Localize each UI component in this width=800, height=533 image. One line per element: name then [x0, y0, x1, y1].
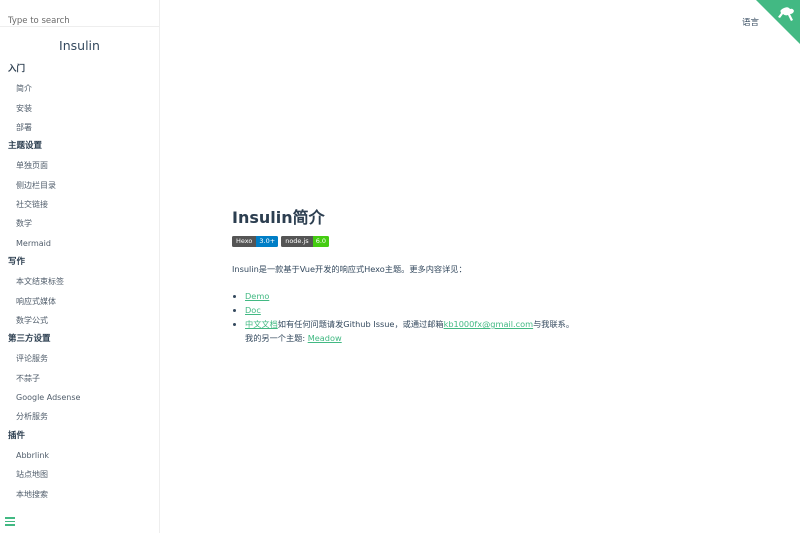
- main-content: 语言 Insulin简介 Hexo 3.0+ node.js 6.0 Insulin是…: [160, 0, 800, 533]
- sidebar-item[interactable]: 部署: [0, 118, 159, 137]
- other-theme-prefix: 我的另一个主题:: [245, 333, 308, 343]
- links-list: Demo Doc 中文文档如有任何问题请发Github Issue，或通过邮箱k…: [232, 289, 752, 345]
- sidebar-item[interactable]: Mermaid: [0, 234, 159, 253]
- sidebar-item[interactable]: 不蒜子: [0, 369, 159, 388]
- github-corner-icon[interactable]: [756, 0, 800, 44]
- badge: Hexo 3.0+: [232, 236, 279, 247]
- sidebar-item[interactable]: 本文结束标签: [0, 272, 159, 291]
- meadow-link[interactable]: Meadow: [308, 333, 342, 343]
- list-item: 中文文档如有任何问题请发Github Issue，或通过邮箱kb1000fx@g…: [245, 317, 752, 345]
- search-box: [0, 0, 159, 27]
- sidebar-item[interactable]: Google Adsense: [0, 388, 159, 407]
- issue-text: 如有任何问题请发Github Issue，或通过邮箱: [277, 319, 444, 329]
- cn-doc-link[interactable]: 中文文档: [245, 319, 278, 329]
- list-item: Doc: [245, 303, 752, 317]
- badges: Hexo 3.0+ node.js 6.0: [232, 236, 752, 247]
- badge-value: 6.0: [312, 236, 330, 247]
- sidebar-nav: 入门简介 安装 部署主题设置单独页面 侧边栏目录 社交链接 数学 Mermaid 写作本文结束…: [0, 60, 159, 504]
- sidebar-item[interactable]: Abbrlink: [0, 446, 159, 465]
- article: Insulin简介 Hexo 3.0+ node.js 6.0 Insulin是一款基…: [232, 204, 752, 345]
- contact-suffix: 与我联系。: [533, 319, 575, 329]
- page-title: Insulin简介: [232, 208, 325, 227]
- sidebar-item[interactable]: 单独页面: [0, 156, 159, 175]
- sidebar-item[interactable]: 数学: [0, 214, 159, 233]
- badge: node.js 6.0: [281, 236, 330, 247]
- sidebar-item[interactable]: 社交链接: [0, 195, 159, 214]
- sidebar-item[interactable]: 简介: [0, 79, 159, 98]
- sidebar: Insulin 入门简介安装部署主题设置单独页面侧边栏目录社交链接数学Merma…: [0, 0, 160, 533]
- demo-link[interactable]: Demo: [245, 291, 269, 301]
- sidebar-group-title: 插件: [8, 430, 26, 441]
- email-link[interactable]: kb1000fx@gmail.com: [444, 319, 534, 329]
- badge-label: node.js: [281, 236, 313, 247]
- sidebar-item[interactable]: 站点地图: [0, 465, 159, 484]
- sidebar-item[interactable]: 安装: [0, 99, 159, 118]
- badge-label: Hexo: [232, 236, 257, 247]
- doc-link[interactable]: Doc: [245, 305, 261, 315]
- search-input[interactable]: [8, 16, 151, 26]
- list-item: Demo: [245, 289, 752, 303]
- app-name[interactable]: Insulin: [0, 38, 159, 56]
- description: Insulin是一款基于Vue开发的响应式Hexo主题。更多内容详见：: [232, 264, 467, 274]
- sidebar-group-title: 主题设置: [8, 141, 43, 152]
- hamburger-menu-icon[interactable]: [5, 517, 15, 526]
- badge-value: 3.0+: [256, 236, 279, 247]
- sidebar-item[interactable]: 数学公式: [0, 311, 159, 330]
- sidebar-item[interactable]: 分析服务: [0, 407, 159, 426]
- sidebar-group-title: 入门: [8, 64, 26, 74]
- sidebar-item[interactable]: 评论服务: [0, 349, 159, 368]
- sidebar-group-title: 写作: [8, 256, 26, 267]
- sidebar-item[interactable]: 本地搜索: [0, 485, 159, 504]
- sidebar-item[interactable]: 侧边栏目录: [0, 176, 159, 195]
- sidebar-item[interactable]: 响应式媒体: [0, 292, 159, 311]
- sidebar-group-title: 第三方设置: [8, 334, 51, 345]
